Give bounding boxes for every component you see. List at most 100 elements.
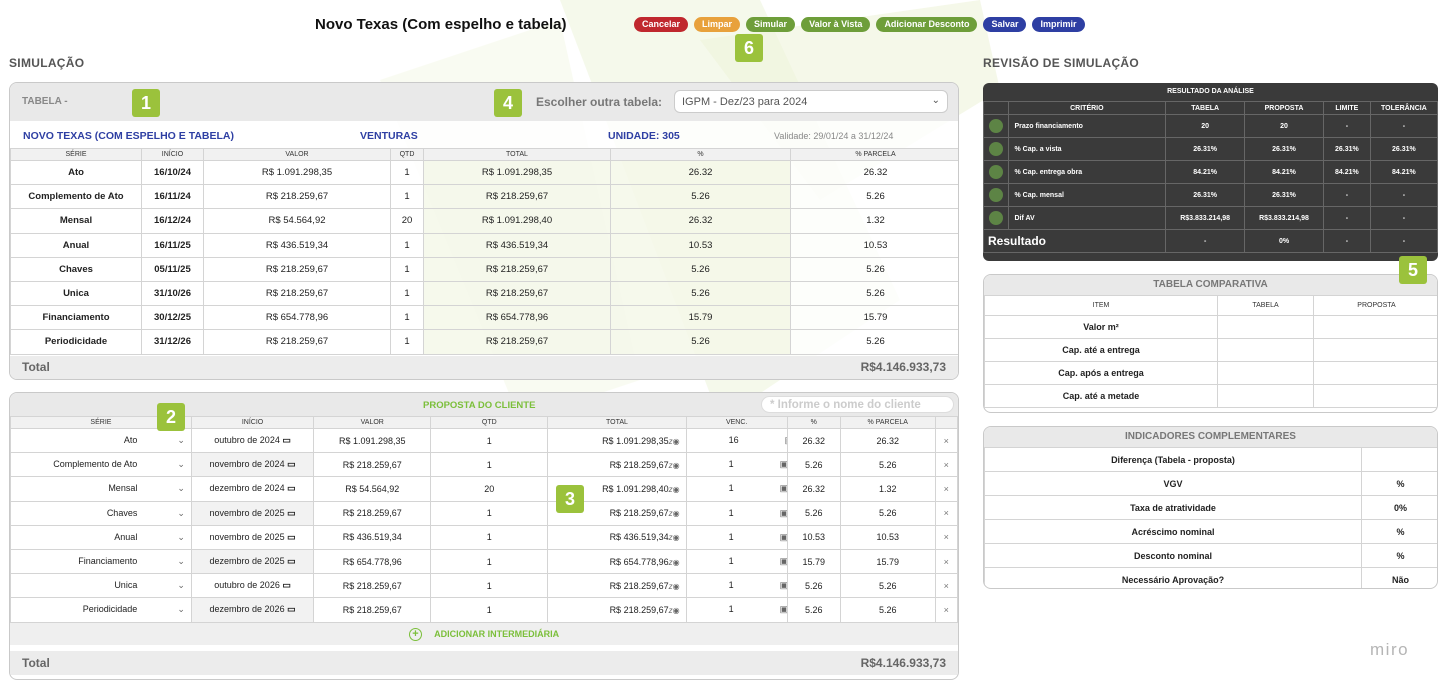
eye-icon[interactable]: ◉: [673, 533, 680, 542]
eye-icon[interactable]: ◉: [673, 582, 680, 591]
table-row: Ato ⌄ outubro de 2024 ▭ R$ 1.091.298,35 1 R$ …: [10, 427, 958, 454]
serie-select[interactable]: Complemento de Ato ⌄: [10, 452, 192, 478]
cash-value-button[interactable]: Valor à Vista: [801, 17, 871, 32]
serie-select[interactable]: Unica ⌄: [10, 573, 192, 599]
serie-select[interactable]: Mensal ⌄: [10, 476, 192, 502]
resultado-value: 84.21%: [1244, 160, 1324, 184]
comparativa-row: Cap. após a entrega: [984, 361, 1437, 385]
imobiliaria-name: VENTURAS: [360, 130, 418, 142]
valor-cell: R$ 436.519,34: [203, 232, 391, 258]
serie-select[interactable]: Ato ⌄: [10, 427, 192, 454]
calendar-icon[interactable]: ▣: [780, 580, 787, 590]
qtd-cell: 1: [430, 452, 549, 478]
calendar-icon[interactable]: ▣: [780, 532, 787, 542]
inicio-date-input[interactable]: novembro de 2025 ▭: [190, 500, 315, 526]
qtd-cell: 1: [390, 329, 424, 355]
resultado-row: % Cap. entrega obra 84.21% 84.21% 84.21% 84.…: [983, 160, 1438, 184]
venc-input[interactable]: 1▣: [685, 524, 788, 550]
inicio-value: dezembro de 2026: [209, 604, 285, 615]
venc-input[interactable]: 1▣: [685, 597, 788, 623]
inicio-date-input[interactable]: outubro de 2026 ▭: [190, 573, 315, 599]
venc-value: 1: [728, 507, 734, 518]
calendar-icon[interactable]: ▣: [780, 459, 787, 469]
remove-row-button[interactable]: ×: [934, 452, 958, 478]
table-select[interactable]: IGPM - Dez/23 para 2024 ⌄: [674, 90, 948, 113]
remove-row-button[interactable]: ×: [934, 597, 958, 623]
valor-cell: R$ 218.259,67: [313, 597, 432, 623]
criterio-cell: Dif AV: [1007, 206, 1167, 230]
inicio-date-input[interactable]: dezembro de 2026 ▭: [190, 597, 315, 623]
remove-row-button[interactable]: ×: [934, 548, 958, 575]
resultado-value: -: [1322, 114, 1371, 138]
proposta-header-row: SÉRIE INÍCIO VALOR QTD TOTAL VENC. % % P…: [10, 416, 958, 429]
inicio-date-input[interactable]: outubro de 2024 ▭: [190, 427, 315, 454]
save-button[interactable]: Salvar: [983, 17, 1027, 32]
percent-cell: 5.26: [786, 573, 841, 599]
eye-icon[interactable]: ◉: [673, 437, 680, 446]
total-cell: R$ 218.259,67: [423, 329, 611, 355]
inicio-date-input[interactable]: novembro de 2025 ▭: [190, 524, 315, 550]
calendar-icon[interactable]: ▣: [780, 508, 787, 518]
inicio-date-input[interactable]: dezembro de 2024 ▭: [190, 476, 315, 502]
inicio-date-input[interactable]: dezembro de 2025 ▭: [190, 548, 315, 575]
criterio-cell: % Cap. entrega obra: [1007, 160, 1167, 184]
add-intermediaria-button[interactable]: + ADICIONAR INTERMEDIÁRIA: [10, 622, 958, 645]
remove-row-button[interactable]: ×: [934, 476, 958, 502]
percent-cell: 26.32: [786, 427, 841, 454]
tabela-table: SÉRIE INÍCIO VALOR QTD TOTAL % % PARCELA…: [10, 148, 958, 355]
eye-icon[interactable]: ◉: [673, 461, 680, 470]
eye-icon[interactable]: ◉: [673, 606, 680, 615]
remove-row-button[interactable]: ×: [934, 427, 958, 454]
client-name-input[interactable]: * Informe o nome do cliente: [761, 396, 954, 413]
serie-cell: Financiamento: [10, 305, 142, 331]
venc-input[interactable]: 1▣: [685, 573, 788, 599]
indicadores-table: Diferença (Tabela - proposta) VGV% Taxa de…: [984, 447, 1437, 588]
total-value: R$4.146.933,73: [860, 655, 946, 670]
total-value: R$ 218.259,67: [609, 508, 669, 519]
total-value: R$ 654.778,96: [609, 556, 669, 567]
total-cell: R$ 1.091.298,40: [423, 208, 611, 234]
calendar-icon: ▭: [284, 556, 296, 567]
venc-input[interactable]: 1▣: [685, 452, 788, 478]
calendar-icon: ▭: [279, 435, 291, 446]
serie-select[interactable]: Anual ⌄: [10, 524, 192, 550]
percent-cell: 26.32: [610, 208, 791, 234]
serie-value: Complemento de Ato: [53, 459, 138, 470]
proposta-cell: [1313, 338, 1437, 362]
criterio-cell: % Cap. a vista: [1007, 137, 1167, 161]
remove-row-button[interactable]: ×: [934, 573, 958, 599]
remove-row-button[interactable]: ×: [934, 500, 958, 526]
clear-button[interactable]: Limpar: [694, 17, 741, 32]
cancel-button[interactable]: Cancelar: [634, 17, 689, 32]
inicio-date-input[interactable]: novembro de 2024 ▭: [190, 452, 315, 478]
qtd-cell: 1: [390, 305, 424, 331]
col-header: TABELA: [1165, 101, 1246, 115]
total-value: R$ 218.259,67: [609, 459, 669, 470]
table-row: Complemento de Ato 16/11/24 R$ 218.259,67 1…: [10, 184, 958, 210]
eye-icon[interactable]: ◉: [673, 558, 680, 567]
eye-icon[interactable]: ◉: [673, 509, 680, 518]
total-label: Total: [22, 359, 50, 374]
venc-input[interactable]: 16▣: [685, 427, 788, 454]
resultado-value: 26.31%: [1244, 183, 1324, 207]
calendar-icon[interactable]: ▣: [780, 483, 787, 493]
eye-icon[interactable]: ◉: [673, 485, 680, 494]
remove-row-button[interactable]: ×: [934, 524, 958, 550]
resultado-value: 84.21%: [1369, 160, 1438, 184]
serie-select[interactable]: Financiamento ⌄: [10, 548, 192, 575]
valor-cell: R$ 54.564,92: [313, 476, 432, 502]
serie-select[interactable]: Periodicidade ⌄: [10, 597, 192, 623]
serie-cell: Ato: [10, 159, 142, 186]
total-cell: R$ 218.259,67: [423, 280, 611, 307]
simulate-button[interactable]: Simular: [746, 17, 796, 32]
venc-input[interactable]: 1▣: [685, 476, 788, 502]
venc-input[interactable]: 1▣: [685, 500, 788, 526]
print-button[interactable]: Imprimir: [1032, 17, 1085, 32]
add-discount-button[interactable]: Adicionar Desconto: [876, 17, 978, 32]
parcela-cell: 5.26: [839, 597, 936, 623]
venc-input[interactable]: 1▣: [685, 548, 788, 575]
serie-select[interactable]: Chaves ⌄: [10, 500, 192, 526]
check-icon: [983, 183, 1009, 207]
calendar-icon[interactable]: ▣: [780, 604, 787, 614]
calendar-icon[interactable]: ▣: [780, 556, 787, 566]
